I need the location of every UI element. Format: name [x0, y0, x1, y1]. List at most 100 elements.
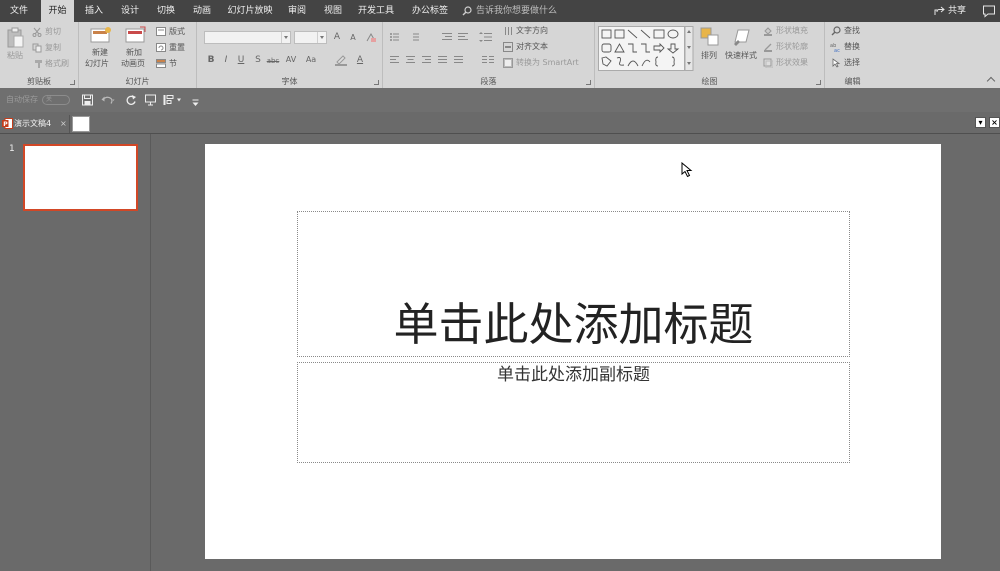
- cut-icon[interactable]: [32, 27, 42, 37]
- paste-icon[interactable]: [6, 27, 24, 49]
- tab-file[interactable]: 文件: [0, 0, 38, 22]
- tab-transitions[interactable]: 切换: [150, 0, 182, 22]
- layout-label[interactable]: 版式: [169, 26, 185, 37]
- close-all-tabs-icon[interactable]: ×: [989, 117, 1000, 128]
- new-document-tab-button[interactable]: [72, 116, 90, 132]
- tab-animations[interactable]: 动画: [186, 0, 218, 22]
- section-icon[interactable]: [156, 59, 166, 68]
- quick-styles-icon[interactable]: [732, 27, 752, 47]
- underline-button[interactable]: U: [236, 54, 246, 66]
- arrange-label[interactable]: 排列: [701, 50, 717, 61]
- shape-outline-label[interactable]: 形状轮廓: [776, 41, 808, 52]
- smartart-icon[interactable]: [503, 58, 513, 68]
- reset-label[interactable]: 重置: [169, 42, 185, 53]
- tab-home[interactable]: 开始: [41, 0, 74, 22]
- copy-icon[interactable]: [32, 43, 42, 53]
- italic-button[interactable]: I: [221, 54, 231, 66]
- tab-office-tab[interactable]: 办公标签: [406, 0, 454, 22]
- reuse-slide-label-2[interactable]: 动画页: [121, 58, 145, 69]
- replace-icon[interactable]: abac: [830, 42, 842, 52]
- columns-icon[interactable]: [481, 55, 495, 65]
- font-name-dropdown-icon[interactable]: [281, 32, 290, 43]
- save-icon[interactable]: [82, 94, 93, 106]
- bold-button[interactable]: B: [206, 54, 216, 66]
- font-name-combo[interactable]: [204, 31, 291, 44]
- format-painter-icon[interactable]: [34, 59, 44, 69]
- reuse-slide-label-1[interactable]: 新加: [126, 47, 142, 58]
- share-button[interactable]: 共享: [934, 0, 966, 22]
- tab-developer[interactable]: 开发工具: [354, 0, 398, 22]
- font-launcher-icon[interactable]: [374, 80, 379, 85]
- redo-icon[interactable]: [126, 94, 137, 106]
- tab-list-dropdown-icon[interactable]: ▾: [975, 117, 986, 128]
- subtitle-placeholder[interactable]: 单击此处添加副标题: [297, 362, 850, 463]
- shape-effects-label[interactable]: 形状效果: [776, 57, 808, 68]
- highlight-icon[interactable]: [334, 54, 348, 66]
- cut-label[interactable]: 剪切: [45, 26, 61, 37]
- shapes-gallery[interactable]: [598, 26, 694, 71]
- smartart-label[interactable]: 转换为 SmartArt: [516, 57, 579, 68]
- arrange-icon[interactable]: [700, 27, 720, 47]
- change-case-button[interactable]: Aa: [303, 54, 319, 66]
- font-color-button[interactable]: A: [355, 54, 365, 66]
- find-icon[interactable]: [831, 26, 841, 36]
- tab-view[interactable]: 视图: [318, 0, 348, 22]
- slide-thumbnail-number: 1: [9, 144, 15, 154]
- undo-icon[interactable]: [101, 94, 115, 106]
- list-buttons-icon[interactable]: [389, 32, 433, 42]
- ribbon-tab-bar: 文件 开始 插入 设计 切换 动画 幻灯片放映 审阅 视图 开发工具 办公标签 …: [0, 0, 1000, 22]
- collapse-ribbon-icon[interactable]: [986, 76, 996, 86]
- document-tab[interactable]: P 演示文稿4 ×: [0, 115, 70, 133]
- paragraph-launcher-icon[interactable]: [586, 80, 591, 85]
- copy-label[interactable]: 复制: [45, 42, 61, 53]
- shape-fill-label[interactable]: 形状填充: [776, 25, 808, 36]
- reset-icon[interactable]: [156, 43, 166, 52]
- clear-format-icon[interactable]: [365, 32, 377, 43]
- strikethrough-button[interactable]: abc: [265, 55, 281, 67]
- indent-buttons-icon[interactable]: [441, 32, 471, 42]
- start-slideshow-icon[interactable]: [145, 94, 157, 106]
- select-cursor-icon[interactable]: [831, 58, 841, 68]
- comment-icon[interactable]: [982, 4, 996, 18]
- shadow-button[interactable]: S: [253, 54, 263, 66]
- tab-design[interactable]: 设计: [114, 0, 146, 22]
- reuse-slide-icon[interactable]: [125, 26, 147, 44]
- shape-fill-icon[interactable]: [763, 26, 773, 36]
- line-spacing-icon[interactable]: [479, 32, 493, 42]
- format-painter-label[interactable]: 格式刷: [45, 58, 69, 69]
- close-tab-icon[interactable]: ×: [60, 118, 67, 130]
- char-spacing-button[interactable]: AV: [283, 54, 299, 66]
- customize-qat-icon[interactable]: [192, 97, 199, 109]
- tab-slideshow[interactable]: 幻灯片放映: [224, 0, 276, 22]
- find-label[interactable]: 查找: [844, 25, 860, 36]
- align-text-label[interactable]: 对齐文本: [516, 41, 548, 52]
- autosave-toggle[interactable]: 关: [42, 95, 70, 105]
- quick-styles-label[interactable]: 快速样式: [725, 50, 757, 61]
- slide-thumbnail[interactable]: [23, 144, 138, 211]
- alignment-buttons-icon[interactable]: [389, 55, 477, 65]
- shrink-font-button[interactable]: A: [347, 32, 359, 44]
- slide-canvas[interactable]: 单击此处添加标题 单击此处添加副标题: [205, 144, 941, 559]
- tab-review[interactable]: 审阅: [282, 0, 312, 22]
- font-size-combo[interactable]: [294, 31, 327, 44]
- shape-effects-icon[interactable]: [763, 58, 773, 68]
- section-label[interactable]: 节: [169, 58, 177, 69]
- shape-outline-icon[interactable]: [763, 42, 773, 52]
- font-size-dropdown-icon[interactable]: [317, 32, 326, 43]
- text-direction-label[interactable]: 文字方向: [516, 25, 548, 36]
- layout-icon[interactable]: [156, 27, 166, 36]
- new-slide-icon[interactable]: [90, 26, 112, 44]
- select-label[interactable]: 选择: [844, 57, 860, 68]
- grow-font-button[interactable]: A: [331, 31, 343, 43]
- text-direction-icon[interactable]: [503, 26, 513, 36]
- align-text-icon[interactable]: [503, 42, 513, 52]
- tab-insert[interactable]: 插入: [78, 0, 110, 22]
- drawing-launcher-icon[interactable]: [816, 80, 821, 85]
- title-placeholder[interactable]: 单击此处添加标题: [297, 211, 850, 357]
- clipboard-launcher-icon[interactable]: [70, 80, 75, 85]
- new-slide-label-1[interactable]: 新建: [92, 47, 108, 58]
- more-commands-icon[interactable]: [163, 94, 183, 106]
- new-slide-label-2[interactable]: 幻灯片: [85, 58, 109, 69]
- replace-label[interactable]: 替换: [844, 41, 860, 52]
- tell-me-search[interactable]: 告诉我你想要做什么: [462, 0, 557, 22]
